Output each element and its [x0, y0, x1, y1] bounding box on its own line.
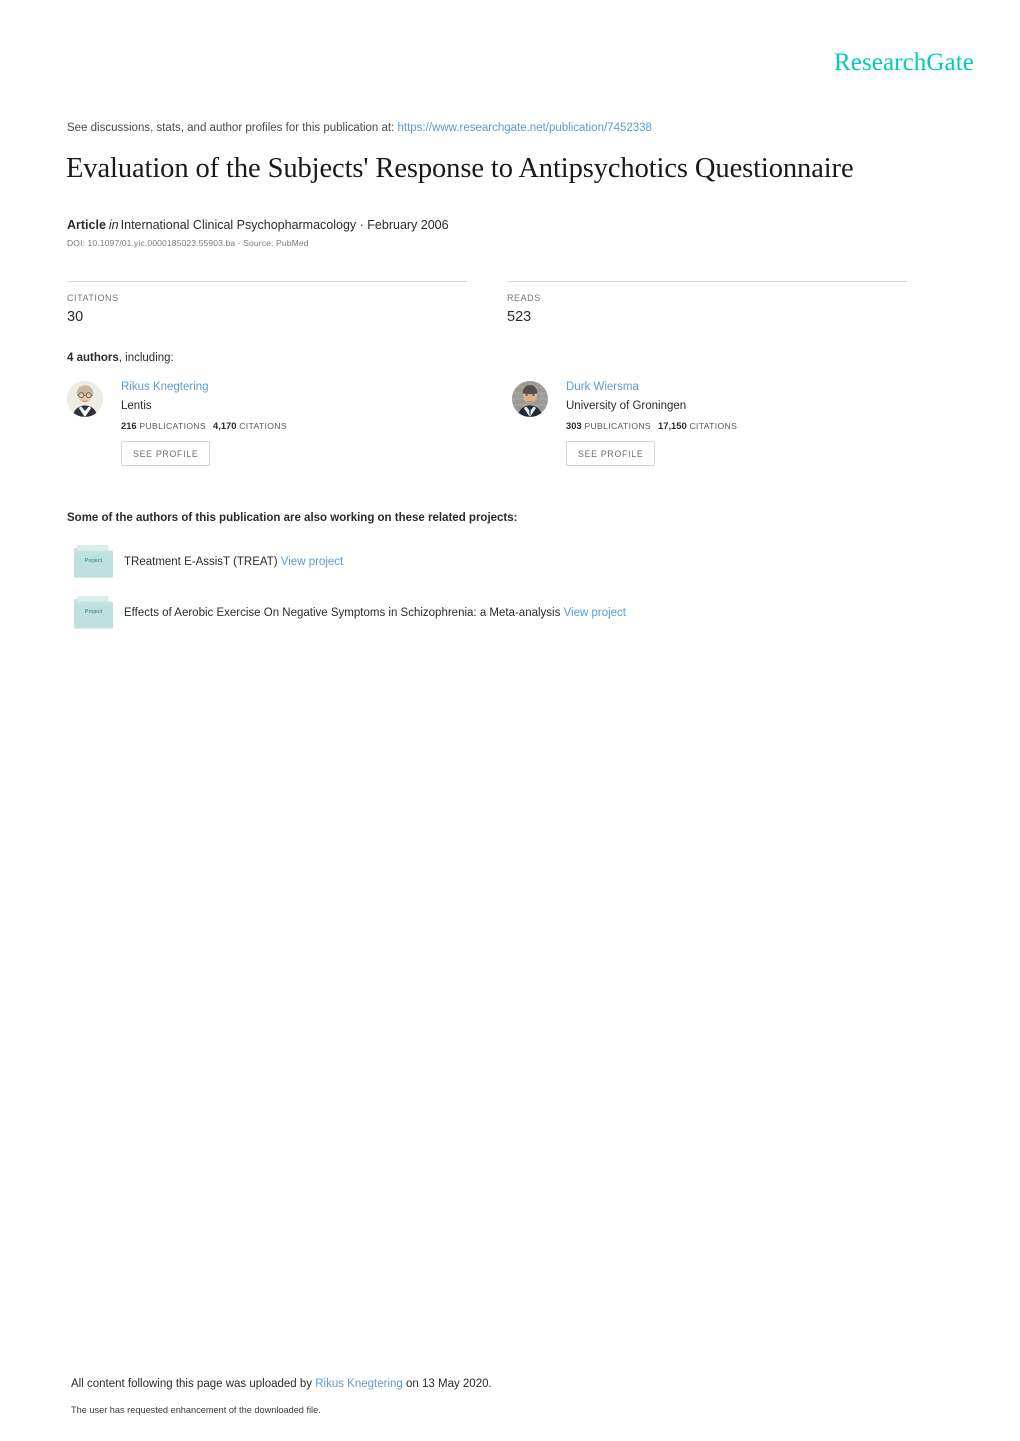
view-project-link[interactable]: View project	[564, 607, 626, 619]
authors-count: 4 authors	[67, 352, 119, 364]
author-stats: 303 PUBLICATIONS 17,150 CITATIONS	[566, 419, 942, 433]
citations-label: CITATIONS	[67, 293, 119, 303]
view-project-link[interactable]: View project	[281, 556, 343, 568]
folder-icon: Project	[74, 596, 113, 629]
reads-label: READS	[507, 293, 541, 303]
reads-value: 523	[507, 309, 532, 325]
stat-block-reads: READS 523	[507, 281, 907, 326]
project-row: Project Effects of Aerobic Exercise On N…	[67, 596, 927, 629]
avatar	[67, 381, 103, 417]
article-type-label: Article	[67, 218, 106, 232]
project-title-row: TReatment E-AssisT (TREAT) View project	[124, 545, 927, 571]
article-in-word: in	[108, 218, 119, 232]
divider-reads	[507, 281, 907, 282]
author-stats: 216 PUBLICATIONS 4,170 CITATIONS	[121, 419, 497, 433]
folder-icon-label: Project	[84, 609, 103, 615]
doi-source-line: DOI: 10.1097/01.yic.0000185023.55903.ba …	[67, 238, 309, 248]
see-profile-button[interactable]: SEE PROFILE	[566, 441, 656, 466]
project-row: Project TReatment E-AssisT (TREAT) View …	[67, 545, 927, 578]
researchgate-logo[interactable]: ResearchGate	[834, 50, 974, 75]
publication-cover-page: ResearchGate See discussions, stats, and…	[0, 0, 1020, 1441]
uploader-link[interactable]: Rikus Knegtering	[315, 1378, 403, 1390]
divider-citations	[67, 281, 467, 282]
authors-suffix: , including:	[118, 352, 174, 364]
authors-heading: 4 authors, including:	[67, 350, 174, 366]
article-venue: International Clinical Psychopharmacolog…	[120, 218, 449, 232]
stat-block-citations: CITATIONS 30	[67, 281, 467, 326]
author-card: Rikus Knegtering Lentis 216 PUBLICATIONS…	[67, 379, 497, 466]
related-projects-heading: Some of the authors of this publication …	[67, 512, 518, 524]
author-citations-label: CITATIONS	[239, 421, 287, 431]
project-title: TReatment E-AssisT (TREAT)	[124, 556, 278, 568]
author-citations-count: 17,150	[658, 420, 687, 431]
upload-notice: All content following this page was uplo…	[71, 1376, 492, 1392]
publication-url-link[interactable]: https://www.researchgate.net/publication…	[398, 122, 652, 134]
project-title: Effects of Aerobic Exercise On Negative …	[124, 607, 561, 619]
author-citations-count: 4,170	[213, 420, 237, 431]
page-title: Evaluation of the Subjects' Response to …	[66, 153, 854, 184]
researchgate-logo-text: ResearchGate	[833, 49, 974, 76]
author-card: Durk Wiersma University of Groningen 303…	[512, 379, 942, 466]
article-meta: Article in International Clinical Psychoph…	[67, 216, 449, 234]
author-publications-count: 216	[121, 420, 137, 431]
author-name-link[interactable]: Rikus Knegtering	[121, 379, 497, 395]
citations-value: 30	[67, 309, 84, 325]
discussions-line: See discussions, stats, and author profi…	[67, 120, 652, 136]
author-publications-label: PUBLICATIONS	[584, 421, 652, 431]
avatar	[512, 381, 548, 417]
see-profile-button[interactable]: SEE PROFILE	[121, 441, 211, 466]
author-name-link[interactable]: Durk Wiersma	[566, 379, 942, 395]
author-publications-label: PUBLICATIONS	[139, 421, 207, 431]
discussions-prefix: See discussions, stats, and author profi…	[67, 122, 395, 134]
folder-icon-label: Project	[84, 558, 103, 564]
author-citations-label: CITATIONS	[689, 421, 738, 431]
author-publications-count: 303	[566, 420, 582, 431]
enhancement-note: The user has requested enhancement of th…	[71, 1405, 321, 1415]
folder-icon: Project	[74, 545, 113, 578]
author-affiliation: Lentis	[121, 400, 152, 412]
upload-suffix: on 13 May 2020.	[406, 1378, 492, 1390]
project-title-row: Effects of Aerobic Exercise On Negative …	[124, 596, 927, 622]
upload-prefix: All content following this page was uplo…	[71, 1378, 313, 1390]
author-affiliation: University of Groningen	[566, 400, 687, 412]
